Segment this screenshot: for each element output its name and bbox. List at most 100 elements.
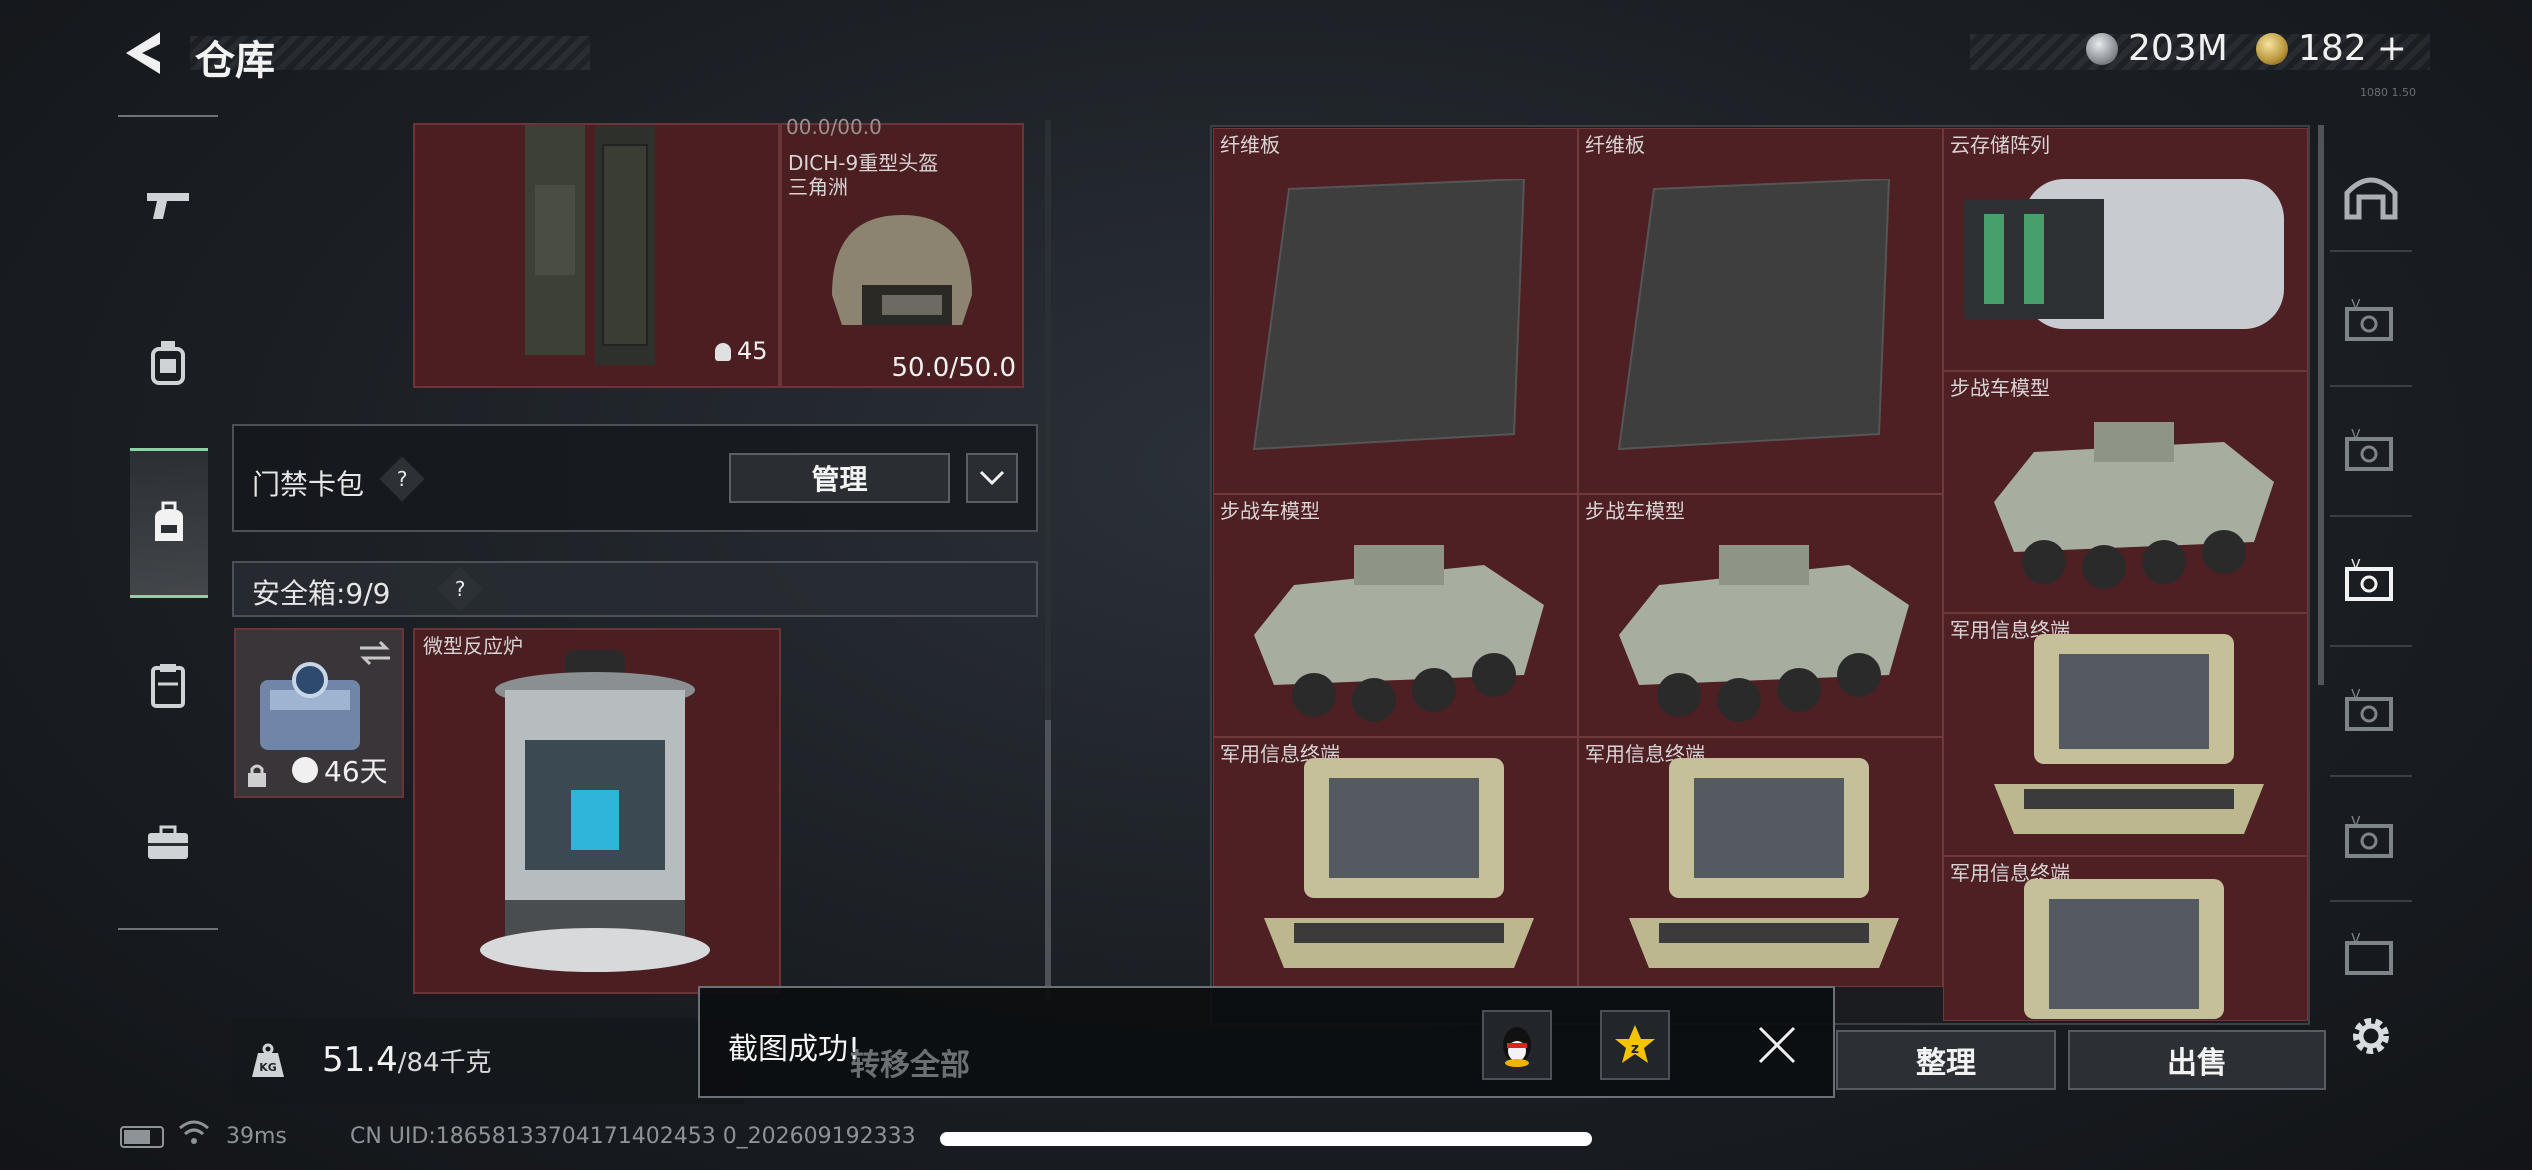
side-divider xyxy=(2330,515,2412,517)
lock-icon xyxy=(248,764,266,787)
svg-text:z: z xyxy=(1631,1041,1639,1057)
side-storage-2[interactable]: V xyxy=(2335,415,2407,487)
side-depot-button[interactable] xyxy=(2335,160,2407,232)
vest-item-tile[interactable]: 45 xyxy=(413,123,780,388)
help-glyph: ? xyxy=(454,577,466,601)
back-button[interactable] xyxy=(120,28,168,78)
weight-readout: 51.4/84千克 xyxy=(322,1040,492,1080)
item-label: 纤维板 xyxy=(1220,133,1280,157)
svg-text:V: V xyxy=(2351,689,2361,703)
storage-item-ifv-model-3[interactable]: 步战车模型 xyxy=(1943,371,2308,613)
rail-firearms[interactable] xyxy=(128,165,208,245)
settings-button[interactable] xyxy=(2335,1000,2407,1072)
user-uid: CN UID:18658133704171402453 0_2026091923… xyxy=(350,1124,916,1149)
home-indicator[interactable] xyxy=(940,1132,1592,1146)
player-icon xyxy=(715,343,731,361)
top-overflow-value: 00.0/00.0 xyxy=(786,115,882,139)
side-storage-3-active[interactable]: V xyxy=(2335,545,2407,617)
gold-coin-icon xyxy=(2256,32,2288,65)
storage-item-cloud-array[interactable]: 云存储阵列 xyxy=(1943,128,2308,371)
storage-item-fiberboard-1[interactable]: 纤维板 xyxy=(1213,128,1578,494)
ping-readout: 39ms xyxy=(226,1124,287,1149)
helmet-durability: 50.0/50.0 xyxy=(891,353,1016,383)
access-card-label: 门禁卡包 xyxy=(252,468,365,501)
svg-text:V: V xyxy=(2351,559,2361,573)
toast-message: 截图成功! xyxy=(728,1032,861,1067)
side-storage-5[interactable]: V xyxy=(2335,802,2407,874)
rail-top-divider xyxy=(118,115,218,117)
storage-item-fiberboard-2[interactable]: 纤维板 xyxy=(1578,128,1943,494)
rail-vest[interactable] xyxy=(128,645,208,725)
qzone-star-icon: z xyxy=(1615,1025,1655,1063)
helmet-item-tile[interactable]: 00.0/00.0 DICH-9重型头盔 三角洲 50.0/50.0 xyxy=(780,115,1024,388)
wifi-icon xyxy=(178,1120,210,1150)
storage-item-terminal-2[interactable]: 军用信息终端 xyxy=(1213,737,1578,987)
manage-button[interactable]: 管理 xyxy=(729,453,950,503)
storage-box-icon: V xyxy=(2345,816,2393,858)
organize-button[interactable]: 整理 xyxy=(1836,1030,2056,1090)
storage-box-icon: V xyxy=(2345,429,2393,471)
share-qzone-button[interactable]: z xyxy=(1600,1010,1670,1080)
fiberboard-image xyxy=(1617,179,1891,451)
storage-item-ifv-model-2[interactable]: 步战车模型 xyxy=(1578,494,1943,737)
armor-icon xyxy=(151,341,185,385)
rail-bag[interactable] xyxy=(130,448,208,598)
svg-text:V: V xyxy=(2351,429,2361,443)
vest-icon xyxy=(151,664,185,708)
sell-button[interactable]: 出售 xyxy=(2068,1030,2326,1090)
svg-text:V: V xyxy=(2351,816,2361,830)
safe-box-image xyxy=(260,662,360,750)
item-label: 步战车模型 xyxy=(1950,376,2050,400)
add-currency-button[interactable]: + xyxy=(2377,28,2407,69)
rail-toolbox[interactable] xyxy=(128,803,208,883)
help-glyph: ? xyxy=(396,467,408,491)
gold-currency[interactable]: 182 + xyxy=(2256,28,2407,69)
depot-icon xyxy=(2344,177,2398,220)
vest-count: 45 xyxy=(737,337,768,365)
side-storage-4[interactable]: V xyxy=(2335,675,2407,747)
storage-scrollbar[interactable] xyxy=(2318,125,2324,685)
safe-days: 46天 xyxy=(324,755,388,788)
storage-box-icon: V xyxy=(2345,299,2393,341)
side-storage-6[interactable]: V xyxy=(2335,925,2407,985)
share-qq-button[interactable] xyxy=(1482,1010,1552,1080)
silver-currency: 203M xyxy=(2086,28,2228,69)
safe-box-tile[interactable]: 46天 xyxy=(234,628,404,798)
ifv-model-image xyxy=(1994,422,2274,589)
rail-backpack[interactable] xyxy=(128,323,208,403)
swap-icon[interactable] xyxy=(358,638,392,668)
gear-icon xyxy=(2353,1018,2389,1054)
side-divider xyxy=(2330,385,2412,387)
terminal-image xyxy=(1629,758,1899,968)
vest-count-label: 45 xyxy=(715,337,768,365)
storage-item-terminal-1[interactable]: 军用信息终端 xyxy=(1943,613,2308,856)
qq-penguin-icon xyxy=(1503,1027,1531,1067)
kg-weight-icon: KG xyxy=(252,1043,284,1077)
silver-coin-icon xyxy=(2086,32,2118,65)
transfer-all-button[interactable]: 转移全部 xyxy=(850,1040,970,1084)
side-divider xyxy=(2330,645,2412,647)
left-scrollbar[interactable] xyxy=(1045,120,1051,1000)
gold-amount: 182 xyxy=(2298,28,2367,69)
toolbox-icon xyxy=(148,825,188,859)
clock-icon xyxy=(292,757,318,783)
ifv-model-image xyxy=(1254,545,1544,722)
expand-dropdown-button[interactable] xyxy=(966,453,1018,503)
chevron-down-icon xyxy=(979,470,1005,486)
storage-item-terminal-4[interactable]: 军用信息终端 xyxy=(1943,856,2308,1021)
storage-item-ifv-model-1[interactable]: 步战车模型 xyxy=(1213,494,1578,737)
silver-amount: 203M xyxy=(2128,28,2228,69)
tactical-vest-image xyxy=(525,125,655,365)
terminal-image xyxy=(2024,879,2224,1019)
battery-icon xyxy=(120,1126,164,1148)
reactor-item-tile[interactable]: 微型反应炉 xyxy=(413,628,781,994)
toast-close-button[interactable] xyxy=(1752,1020,1802,1070)
left-scroll-thumb[interactable] xyxy=(1045,720,1051,1000)
side-divider xyxy=(2330,250,2412,252)
side-storage-1[interactable]: V xyxy=(2335,285,2407,357)
item-label: 步战车模型 xyxy=(1585,499,1685,523)
storage-item-terminal-3[interactable]: 军用信息终端 xyxy=(1578,737,1943,987)
item-label: 步战车模型 xyxy=(1220,499,1320,523)
svg-text:V: V xyxy=(2351,299,2361,313)
svg-text:KG: KG xyxy=(259,1061,277,1074)
